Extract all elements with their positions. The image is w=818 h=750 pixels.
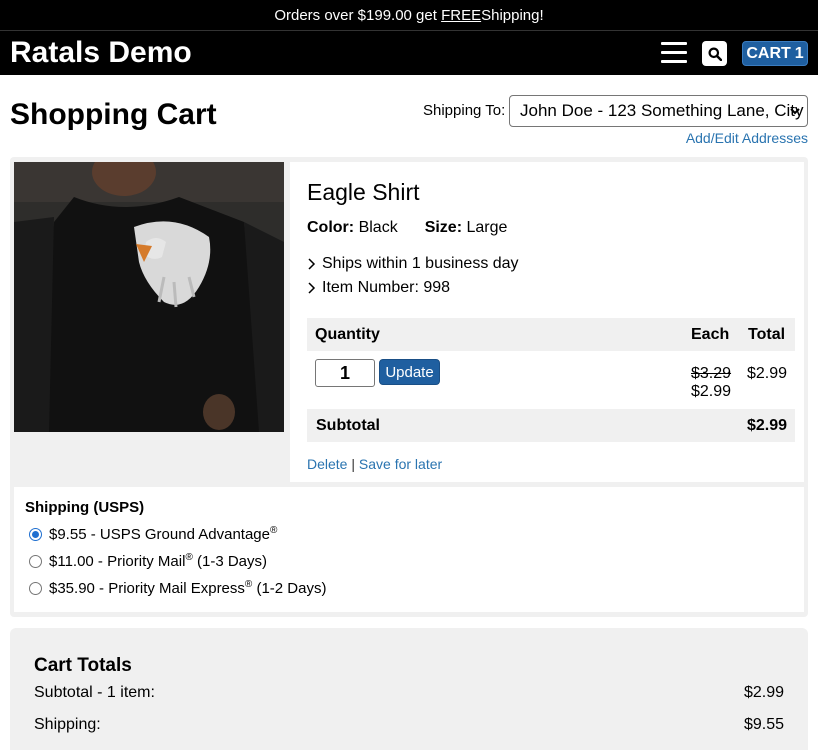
quantity-input[interactable]: 1	[315, 359, 375, 387]
shipping-option-express[interactable]: $35.90 - Priority Mail Express® (1-2 Day…	[29, 579, 326, 597]
registered-mark: ®	[269, 525, 278, 536]
radio-selected[interactable]	[29, 527, 42, 541]
cart-totals-title: Cart Totals	[34, 655, 132, 676]
cart-count: 1	[794, 44, 804, 62]
product-attributes: Color: Black Size: Large	[307, 219, 507, 237]
item-number-text: Item Number: 998	[322, 279, 451, 296]
promo-text-after: Shipping!	[481, 6, 544, 24]
totals-subtotal-label: Subtotal - 1 item:	[34, 684, 155, 701]
promo-text-before: Orders over $199.00 get	[274, 6, 437, 24]
search-button[interactable]	[702, 41, 727, 66]
radio-unselected[interactable]	[29, 581, 42, 595]
search-icon	[708, 47, 722, 61]
item-actions: Delete | Save for later	[307, 456, 442, 472]
site-header: Ratals Demo CART 1	[0, 30, 818, 75]
page-title: Shopping Cart	[10, 98, 217, 131]
promo-banner: Orders over $199.00 get FREE Shipping!	[0, 0, 818, 30]
hamburger-icon[interactable]	[661, 42, 687, 64]
ship-to-label: Shipping To:	[423, 102, 506, 119]
totals-shipping-label: Shipping:	[34, 716, 101, 733]
add-edit-addresses-link[interactable]: Add/Edit Addresses	[686, 130, 808, 146]
col-total: Total	[748, 326, 786, 343]
size-label: Size:	[424, 219, 463, 236]
totals-subtotal-value: $2.99	[743, 684, 784, 701]
cart-totals-panel: Cart Totals Subtotal - 1 item: $2.99 Shi…	[10, 628, 808, 750]
option-suffix: (1-2 Days)	[252, 580, 327, 597]
product-image[interactable]	[14, 162, 284, 432]
totals-shipping-value: $9.55	[743, 716, 784, 733]
total-price: $2.99	[747, 365, 788, 382]
shipping-options-box: Shipping (USPS) $9.55 - USPS Ground Adva…	[14, 487, 804, 612]
chevron-down-icon	[790, 108, 800, 115]
option-text: $9.55 - USPS Ground Advantage	[49, 526, 270, 543]
cart-item-card: Eagle Shirt Color: Black Size: Large Ship…	[10, 157, 808, 617]
ships-info: Ships within 1 business day	[307, 255, 519, 273]
cart-button[interactable]: CART 1	[742, 41, 808, 66]
chevron-right-icon	[308, 258, 316, 270]
option-text: $11.00 - Priority Mail	[49, 553, 186, 570]
link-separator: |	[351, 456, 355, 472]
each-price: $2.99	[691, 383, 732, 400]
subtotal-label: Subtotal	[316, 417, 380, 434]
update-button[interactable]: Update	[379, 359, 440, 385]
cart-label: CART	[746, 44, 791, 62]
table-row: 1 Update $3.29 $2.99 $2.99	[307, 351, 795, 409]
col-quantity: Quantity	[315, 326, 380, 343]
shipping-option-ground[interactable]: $9.55 - USPS Ground Advantage®	[29, 525, 277, 543]
delete-link[interactable]: Delete	[307, 456, 347, 472]
size-value: Large	[466, 219, 508, 236]
product-name[interactable]: Eagle Shirt	[307, 179, 420, 206]
color-value: Black	[358, 219, 398, 236]
table-header: Quantity Each Total	[307, 318, 795, 351]
subtotal-row: Subtotal $2.99	[307, 409, 795, 442]
option-text: $35.90 - Priority Mail Express	[49, 580, 245, 597]
shipping-option-priority[interactable]: $11.00 - Priority Mail® (1-3 Days)	[29, 552, 267, 570]
eagle-shirt-photo	[14, 162, 284, 432]
subtotal-value: $2.99	[747, 417, 788, 434]
quantity-table: Quantity Each Total 1 Update $3.29 $2.99…	[307, 318, 795, 442]
chevron-right-icon	[308, 282, 316, 294]
color-label: Color:	[307, 219, 355, 236]
option-suffix: (1-3 Days)	[192, 553, 267, 570]
shipping-title: Shipping (USPS)	[25, 499, 145, 516]
totals-subtotal-row: Subtotal - 1 item: $2.99	[34, 684, 784, 702]
totals-shipping-row: Shipping: $9.55	[34, 716, 784, 734]
brand-logo[interactable]: Ratals Demo	[10, 36, 192, 70]
item-number-info: Item Number: 998	[307, 279, 450, 297]
shipping-address-select[interactable]: John Doe - 123 Something Lane, City	[509, 95, 808, 127]
shipping-address-value: John Doe - 123 Something Lane, City	[520, 101, 804, 120]
old-price: $3.29	[691, 365, 732, 382]
registered-mark: ®	[185, 552, 193, 563]
ships-text: Ships within 1 business day	[322, 255, 519, 272]
item-details-panel: Eagle Shirt Color: Black Size: Large Ship…	[290, 162, 804, 482]
promo-free-link[interactable]: FREE	[441, 7, 481, 24]
col-each: Each	[691, 326, 730, 343]
radio-unselected[interactable]	[29, 554, 42, 568]
save-for-later-link[interactable]: Save for later	[359, 456, 442, 472]
